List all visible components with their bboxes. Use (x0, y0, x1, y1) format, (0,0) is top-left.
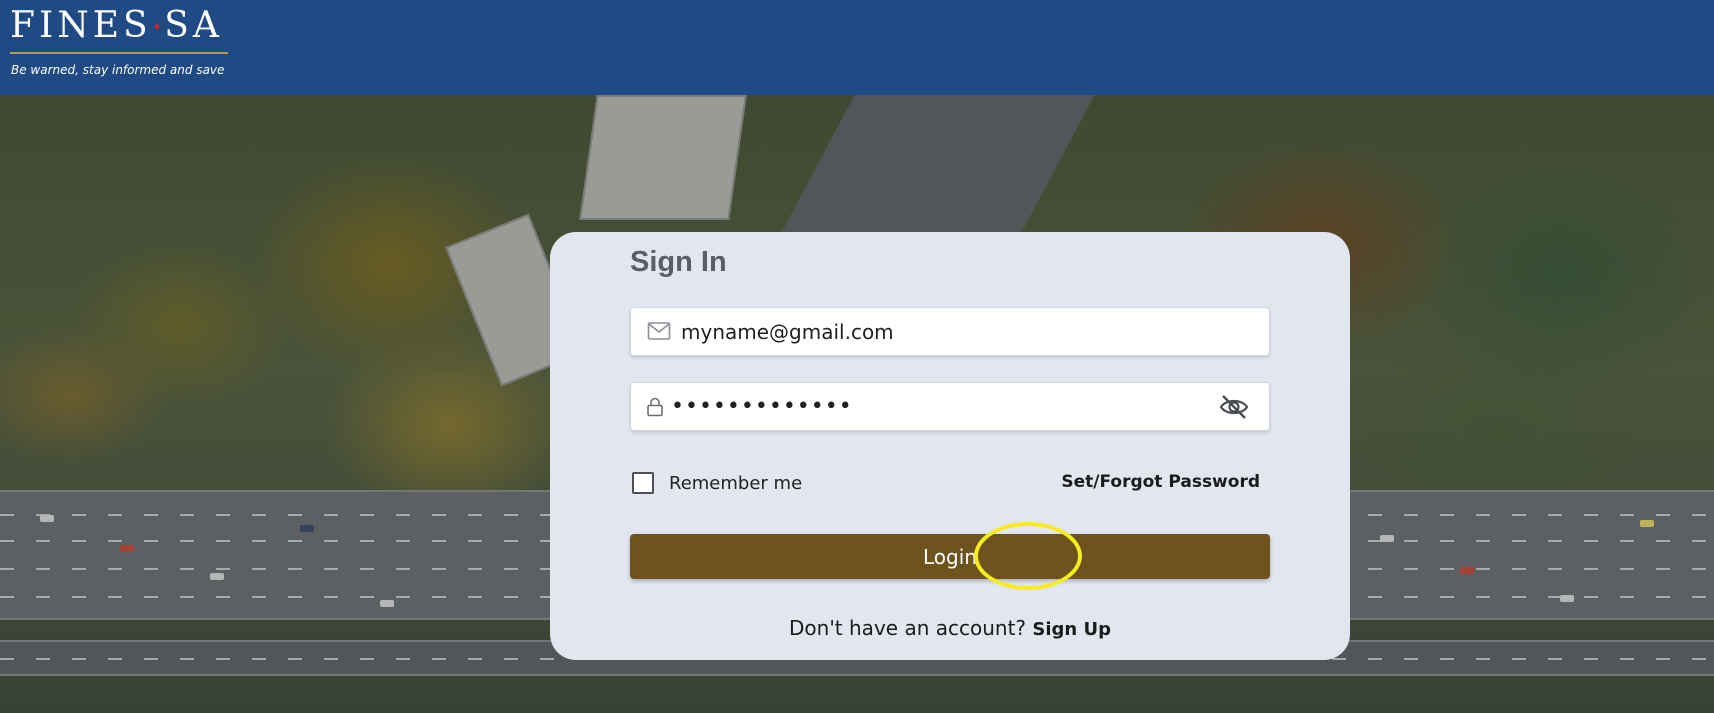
eye-slash-icon[interactable] (1219, 394, 1249, 424)
logo-tagline: Be warned, stay informed and save (11, 63, 225, 77)
logo-title-right: SA (164, 5, 223, 46)
fines-sa-logo[interactable]: FINES•SA Be warned, stay informed and sa… (10, 4, 230, 84)
signup-prompt-text: Don't have an account? (789, 616, 1027, 640)
remember-me-checkbox[interactable] (632, 472, 654, 494)
envelope-icon (647, 320, 671, 346)
email-field[interactable] (630, 307, 1270, 356)
highlight-annotation-ring (974, 522, 1082, 590)
signup-link[interactable]: Sign Up (1032, 619, 1111, 640)
logo-title: FINES•SA (10, 4, 223, 50)
logo-title-dot: • (151, 17, 165, 38)
lock-icon (646, 397, 664, 421)
email-input[interactable] (681, 308, 1221, 355)
signup-prompt: Don't have an account? Sign Up (550, 616, 1350, 640)
signin-card: Sign In Remember me Se (550, 232, 1350, 660)
login-button-label: Login (923, 545, 977, 569)
logo-divider (10, 52, 228, 54)
logo-title-left: FINES (10, 5, 152, 46)
password-input[interactable] (671, 383, 1211, 430)
password-field[interactable] (630, 382, 1270, 431)
top-header: FINES•SA Be warned, stay informed and sa… (0, 0, 1714, 95)
forgot-password-link[interactable]: Set/Forgot Password (1061, 472, 1260, 492)
signin-title: Sign In (630, 246, 727, 278)
login-button[interactable]: Login (630, 522, 1270, 590)
remember-me-label: Remember me (669, 473, 803, 494)
